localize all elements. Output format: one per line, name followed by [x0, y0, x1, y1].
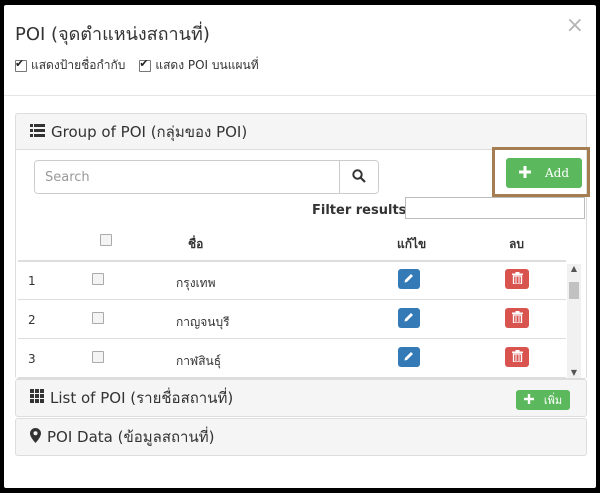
- edit-button[interactable]: [398, 308, 420, 328]
- search-box: [34, 160, 379, 194]
- modal-header: POI (จุดตำแหน่งสถานที่) × แสดงป้ายชื่อกำ…: [4, 5, 596, 96]
- add-label: Add: [544, 166, 570, 180]
- trash-icon: [511, 349, 523, 365]
- plus-icon: [518, 165, 531, 181]
- list-panel-title: List of POI (รายชื่อสถานที่): [50, 389, 234, 407]
- select-all-checkbox[interactable]: [100, 234, 112, 246]
- show-label-option[interactable]: แสดงป้ายชื่อกำกับ: [15, 56, 125, 75]
- plus-icon: [523, 393, 534, 407]
- show-label-text: แสดงป้ายชื่อกำกับ: [31, 58, 126, 72]
- group-panel-title: Group of POI (กลุ่มของ POI): [51, 122, 248, 141]
- row-name: กาฬสินธุ์: [176, 354, 222, 368]
- trash-icon: [511, 310, 523, 326]
- scroll-thumb[interactable]: [569, 282, 579, 299]
- delete-button[interactable]: [505, 347, 529, 367]
- modal-title: POI (จุดตำแหน่งสถานที่): [15, 24, 210, 45]
- group-of-poi-panel: Group of POI (กลุ่มของ POI) Add: [15, 113, 590, 379]
- edit-button[interactable]: [398, 347, 420, 367]
- table-scrollbar[interactable]: ▲ ▼: [567, 264, 581, 378]
- show-poi-text: แสดง POI บนแผนที่: [155, 58, 259, 72]
- row-checkbox[interactable]: [92, 351, 104, 363]
- search-icon: [352, 168, 366, 187]
- poi-modal: POI (จุดตำแหน่งสถานที่) × แสดงป้ายชื่อกำ…: [4, 5, 596, 488]
- data-panel-title: POI Data (ข้อมูลสถานที่): [47, 428, 215, 446]
- row-checkbox[interactable]: [92, 273, 104, 285]
- pencil-icon: [403, 350, 415, 365]
- edit-button[interactable]: [398, 269, 420, 289]
- show-label-checkbox[interactable]: [15, 57, 27, 72]
- filter-label: Filter results:: [312, 203, 412, 218]
- add-group-button[interactable]: Add: [506, 158, 582, 188]
- table-row: 2 กาญจนบุรี: [18, 300, 566, 339]
- poi-data-panel[interactable]: POI Data (ข้อมูลสถานที่): [15, 418, 587, 456]
- row-name: กรุงเทพ: [176, 276, 216, 290]
- table-body: 1 กรุงเทพ 2 กาญจนบุรี 3 กาฬสินธุ์: [18, 261, 566, 378]
- show-poi-option[interactable]: แสดง POI บนแผนที่: [139, 56, 259, 75]
- pencil-icon: [403, 311, 415, 326]
- list-icon: [30, 123, 45, 141]
- column-edit: แก้ไข: [397, 237, 427, 251]
- row-number: 1: [28, 274, 36, 288]
- close-icon[interactable]: ×: [566, 15, 584, 37]
- group-panel-header[interactable]: Group of POI (กลุ่มของ POI): [16, 114, 586, 150]
- add-poi-button[interactable]: เพิ่ม: [516, 390, 570, 410]
- row-checkbox[interactable]: [92, 312, 104, 324]
- search-input[interactable]: [35, 161, 339, 193]
- filter-input[interactable]: [405, 197, 585, 219]
- scroll-up-arrow-icon[interactable]: ▲: [567, 264, 581, 274]
- pencil-icon: [403, 272, 415, 287]
- map-marker-icon: [30, 427, 41, 447]
- delete-button[interactable]: [505, 269, 529, 289]
- row-name: กาญจนบุรี: [176, 315, 230, 329]
- column-delete: ลบ: [509, 237, 524, 251]
- table-row: 3 กาฬสินธุ์: [18, 339, 566, 378]
- add-button-highlight: Add: [492, 147, 590, 197]
- table-header: ชื่อ แก้ไข ลบ: [18, 222, 566, 262]
- group-panel-body: Add Filter results: ชื่อ แก้ไข ลบ 1 กรุง…: [16, 147, 590, 378]
- list-panel-header[interactable]: List of POI (รายชื่อสถานที่): [16, 380, 586, 416]
- list-of-poi-panel[interactable]: List of POI (รายชื่อสถานที่) เพิ่ม: [15, 379, 587, 417]
- display-options: แสดงป้ายชื่อกำกับ แสดง POI บนแผนที่: [15, 56, 259, 75]
- table-row: 1 กรุงเทพ: [18, 261, 566, 300]
- row-number: 2: [28, 313, 36, 327]
- search-button[interactable]: [339, 161, 378, 193]
- data-panel-header[interactable]: POI Data (ข้อมูลสถานที่): [16, 419, 586, 455]
- column-name: ชื่อ: [188, 237, 204, 251]
- delete-button[interactable]: [505, 308, 529, 328]
- trash-icon: [511, 271, 523, 287]
- add-poi-label: เพิ่ม: [543, 394, 563, 407]
- row-number: 3: [28, 352, 36, 366]
- scroll-down-arrow-icon[interactable]: ▼: [567, 368, 581, 378]
- show-poi-checkbox[interactable]: [139, 57, 152, 72]
- grid-icon: [30, 389, 44, 407]
